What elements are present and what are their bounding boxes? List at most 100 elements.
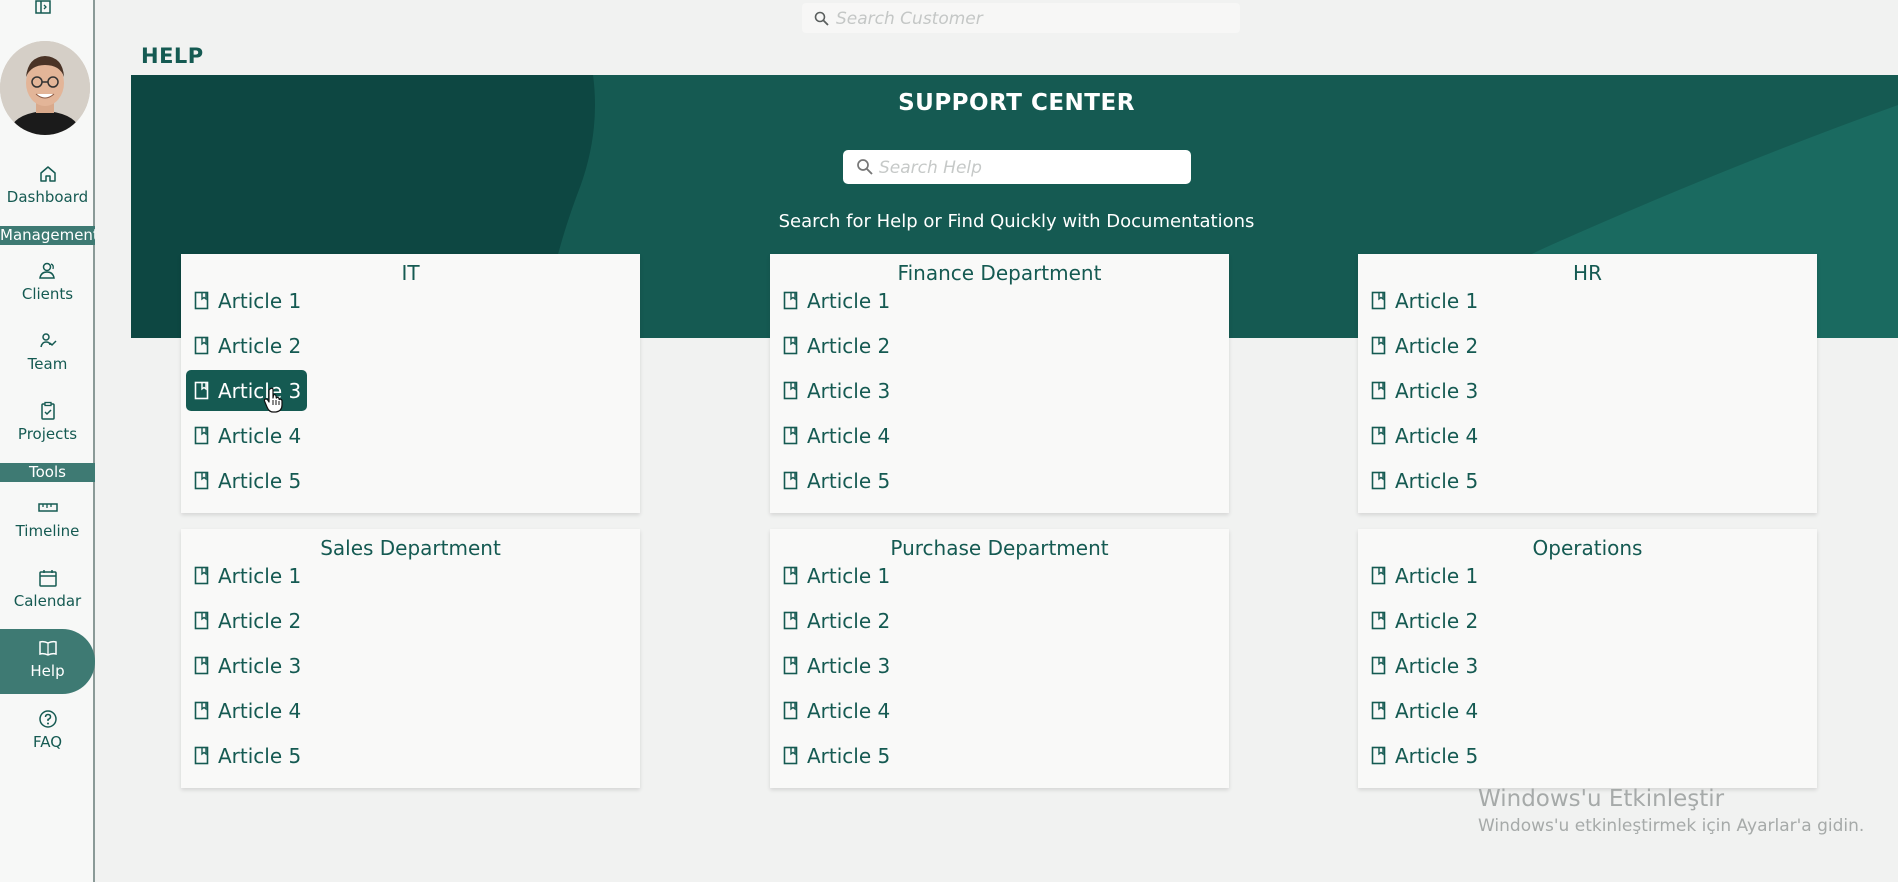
article-link[interactable]: Article 5	[186, 735, 307, 776]
article-link[interactable]: Article 4	[775, 690, 896, 731]
article-link[interactable]: Article 1	[1363, 555, 1484, 596]
watermark-line-2: Windows'u etkinleştirmek için Ayarlar'a …	[1478, 816, 1865, 836]
customer-search	[802, 3, 1240, 33]
document-icon	[1371, 611, 1386, 630]
sidebar-item-timeline[interactable]: Timeline	[0, 498, 95, 540]
article-label: Article 1	[807, 288, 891, 313]
sidebar-item-calendar[interactable]: Calendar	[0, 568, 95, 610]
category-card-0: IT Article 1 Article 2 Article 3 Article 4A…	[181, 254, 640, 513]
article-link[interactable]: Article 1	[775, 280, 896, 321]
section-label-management: Management	[0, 226, 95, 245]
article-link[interactable]: Article 3	[186, 370, 308, 411]
article-label: Article 4	[218, 423, 302, 448]
sidebar: Dashboard Management Clients Team Projec…	[0, 0, 95, 882]
sidebar-item-label: Projects	[17, 425, 78, 443]
sidebar-item-label: Team	[27, 355, 68, 373]
article-label: Article 3	[218, 653, 302, 678]
article-link[interactable]: Article 2	[186, 600, 307, 641]
document-icon	[194, 291, 209, 310]
sidebar-item-team[interactable]: Team	[0, 331, 95, 373]
book-open-icon	[38, 640, 57, 656]
article-link[interactable]: Article 1	[775, 555, 896, 596]
clipboard-icon	[40, 401, 55, 420]
hand-cursor-icon	[263, 387, 283, 413]
document-icon	[194, 701, 209, 720]
article-link[interactable]: Article 3	[1363, 370, 1484, 411]
article-label: Article 2	[807, 608, 891, 633]
team-icon	[39, 333, 57, 348]
ruler-icon	[37, 503, 58, 512]
hero-title: SUPPORT CENTER	[898, 90, 1135, 116]
sidebar-item-faq[interactable]: FAQ	[0, 709, 95, 751]
article-link[interactable]: Article 3	[186, 645, 307, 686]
article-label: Article 1	[218, 288, 302, 313]
article-link[interactable]: Article 5	[1363, 460, 1484, 501]
article-link[interactable]: Article 3	[775, 370, 896, 411]
sidebar-item-label: Help	[30, 662, 65, 680]
document-icon	[194, 381, 209, 400]
article-link[interactable]: Article 2	[775, 325, 896, 366]
article-label: Article 5	[218, 743, 302, 768]
sidebar-toggle-icon[interactable]	[35, 0, 51, 14]
sidebar-item-label: Timeline	[15, 522, 80, 540]
sidebar-item-clients[interactable]: Clients	[0, 261, 95, 303]
windows-activation-watermark: Windows'u Etkinleştir Windows'u etkinleş…	[1478, 786, 1864, 836]
category-card-5: Operations Article 1 Article 2 Article 3 Ar…	[1358, 529, 1817, 788]
article-link[interactable]: Article 1	[186, 280, 307, 321]
article-label: Article 4	[1395, 698, 1479, 723]
article-label: Article 3	[218, 378, 302, 403]
article-link[interactable]: Article 4	[1363, 690, 1484, 731]
document-icon	[194, 566, 209, 585]
article-label: Article 5	[807, 468, 891, 493]
article-link[interactable]: Article 3	[775, 645, 896, 686]
sidebar-item-projects[interactable]: Projects	[0, 401, 95, 443]
users-icon	[38, 262, 55, 279]
document-icon	[1371, 701, 1386, 720]
article-link[interactable]: Article 5	[775, 460, 896, 501]
document-icon	[783, 381, 798, 400]
article-link[interactable]: Article 4	[186, 415, 307, 456]
page-title: HELP	[141, 44, 204, 68]
article-label: Article 4	[807, 423, 891, 448]
article-label: Article 2	[218, 333, 302, 358]
sidebar-item-dashboard[interactable]: Dashboard	[0, 164, 95, 206]
article-link[interactable]: Article 2	[1363, 325, 1484, 366]
document-icon	[783, 471, 798, 490]
document-icon	[194, 656, 209, 675]
sidebar-item-label: Dashboard	[6, 188, 89, 206]
article-link[interactable]: Article 2	[1363, 600, 1484, 641]
sidebar-item-help[interactable]: Help	[0, 629, 95, 694]
document-icon	[783, 426, 798, 445]
article-label: Article 1	[807, 563, 891, 588]
avatar[interactable]	[0, 41, 90, 135]
article-link[interactable]: Article 4	[1363, 415, 1484, 456]
document-icon	[1371, 381, 1386, 400]
article-link[interactable]: Article 4	[186, 690, 307, 731]
customer-search-input[interactable]	[834, 6, 1228, 32]
sidebar-item-label: Clients	[21, 285, 74, 303]
article-link[interactable]: Article 2	[186, 325, 307, 366]
document-icon	[783, 746, 798, 765]
watermark-line-1: Windows'u Etkinleştir	[1478, 786, 1725, 812]
document-icon	[1371, 746, 1386, 765]
document-icon	[783, 611, 798, 630]
article-link[interactable]: Article 5	[775, 735, 896, 776]
help-search	[843, 150, 1191, 184]
article-link[interactable]: Article 2	[775, 600, 896, 641]
document-icon	[783, 336, 798, 355]
article-label: Article 5	[1395, 743, 1479, 768]
article-link[interactable]: Article 5	[1363, 735, 1484, 776]
article-link[interactable]: Article 1	[1363, 280, 1484, 321]
article-link[interactable]: Article 1	[186, 555, 307, 596]
article-label: Article 4	[218, 698, 302, 723]
help-search-input[interactable]	[877, 155, 1181, 181]
document-icon	[194, 471, 209, 490]
document-icon	[194, 426, 209, 445]
sidebar-item-label: FAQ	[32, 733, 63, 751]
article-label: Article 4	[1395, 423, 1479, 448]
search-icon	[857, 159, 873, 175]
article-link[interactable]: Article 3	[1363, 645, 1484, 686]
article-link[interactable]: Article 5	[186, 460, 307, 501]
section-label-tools: Tools	[0, 463, 95, 482]
article-link[interactable]: Article 4	[775, 415, 896, 456]
